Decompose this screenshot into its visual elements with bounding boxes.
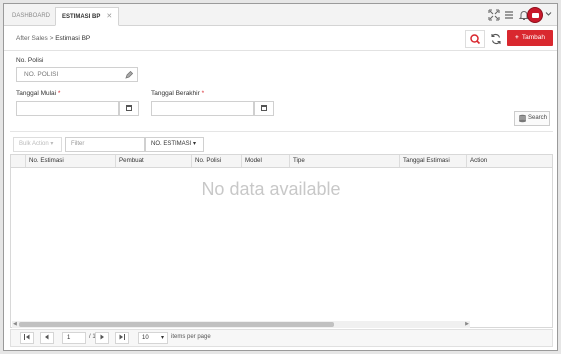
divider: [10, 131, 553, 132]
row-selector-header[interactable]: [11, 155, 25, 167]
scrollbar-thumb[interactable]: [19, 322, 334, 327]
page-size-value: 10: [142, 335, 149, 341]
last-page-icon: [119, 334, 125, 340]
breadcrumb-parent[interactable]: After Sales: [16, 35, 48, 42]
grid-header: No. Estimasi Pembuat No. Polisi Model Ti…: [11, 155, 552, 168]
page-size-select[interactable]: 10 ▾: [138, 332, 168, 344]
caret-down-icon: ▾: [160, 335, 164, 341]
no-polisi-placeholder: NO. POLISI: [24, 71, 59, 78]
tanggal-berakhir-label: Tanggal Berakhir *: [151, 90, 204, 97]
breadcrumb-bar: After Sales > Estimasi BP + Tambah: [4, 27, 557, 51]
caret-down-icon: ▾: [50, 141, 54, 147]
first-page-button[interactable]: [20, 332, 34, 344]
calendar-icon: [261, 105, 267, 111]
tab-bar: DASHBOARD ESTIMASI BP ✕: [4, 4, 557, 26]
tanggal-berakhir-label-text: Tanggal Berakhir: [151, 90, 200, 97]
previous-page-button[interactable]: [40, 332, 54, 344]
required-mark: *: [201, 90, 205, 97]
previous-page-icon: [45, 334, 49, 340]
bulk-action-label: Bulk Action: [19, 141, 49, 147]
column-header[interactable]: No. Polisi: [191, 155, 241, 167]
refresh-button[interactable]: [487, 30, 505, 48]
first-page-icon: [24, 334, 30, 340]
tanggal-mulai-calendar-button[interactable]: [119, 101, 139, 116]
tab-estimasi-bp[interactable]: ESTIMASI BP ✕: [55, 7, 120, 26]
search-button-label: Search: [528, 115, 548, 121]
breadcrumb-current: Estimasi BP: [55, 35, 91, 42]
filter-placeholder: Filter: [71, 141, 85, 147]
refresh-icon: [491, 33, 501, 45]
next-page-button[interactable]: [95, 332, 109, 344]
pagination-bar: 1 / 1 10 ▾ items per page: [10, 329, 553, 347]
menu-icon[interactable]: [503, 9, 515, 21]
last-page-button[interactable]: [115, 332, 129, 344]
toggle-search-button[interactable]: [465, 30, 485, 48]
column-header[interactable]: Model: [241, 155, 289, 167]
bulk-action-dropdown[interactable]: Bulk Action ▾: [13, 137, 62, 152]
column-header[interactable]: Tipe: [289, 155, 399, 167]
database-icon: [519, 114, 526, 123]
caret-down-icon: ▾: [193, 141, 197, 147]
expand-icon[interactable]: [488, 9, 500, 21]
scroll-right-icon[interactable]: ▶: [465, 321, 469, 328]
page-number-input[interactable]: 1: [62, 332, 86, 344]
filter-input[interactable]: Filter: [65, 137, 145, 152]
add-button[interactable]: + Tambah: [507, 30, 553, 46]
search-button[interactable]: Search: [514, 111, 550, 126]
app-window: DASHBOARD ESTIMASI BP ✕ After Sales > Est…: [3, 3, 558, 351]
no-polisi-input[interactable]: NO. POLISI: [16, 67, 138, 82]
filter-field-dropdown[interactable]: NO. ESTIMASI ▾: [145, 137, 204, 152]
pencil-icon: [125, 70, 134, 79]
column-header[interactable]: Tanggal Estimasi: [399, 155, 466, 167]
data-grid: No. Estimasi Pembuat No. Polisi Model Ti…: [10, 154, 553, 328]
tanggal-mulai-label-text: Tanggal Mulai: [16, 90, 57, 97]
scroll-left-icon[interactable]: ◀: [13, 321, 17, 328]
tanggal-mulai-label: Tanggal Mulai *: [16, 90, 60, 97]
breadcrumb-separator: >: [49, 35, 54, 42]
chevron-down-icon[interactable]: [545, 10, 552, 19]
tab-estimasi-bp-label: ESTIMASI BP: [62, 14, 101, 20]
plus-icon: +: [515, 34, 519, 41]
add-button-label: Tambah: [521, 34, 545, 41]
required-mark: *: [57, 90, 61, 97]
user-avatar[interactable]: [527, 7, 543, 23]
next-page-icon: [100, 334, 104, 340]
tanggal-mulai-input[interactable]: [16, 101, 119, 116]
search-icon: [470, 34, 481, 45]
tanggal-berakhir-calendar-button[interactable]: [254, 101, 274, 116]
empty-message: No data available: [201, 179, 341, 199]
tab-dashboard-label: DASHBOARD: [12, 13, 51, 19]
filter-field-label: NO. ESTIMASI: [151, 141, 192, 147]
items-per-page-label: items per page: [171, 334, 211, 340]
avatar-image: [532, 13, 539, 18]
column-header[interactable]: Pembuat: [115, 155, 191, 167]
tab-dashboard[interactable]: DASHBOARD: [6, 7, 56, 26]
column-header[interactable]: Action: [466, 155, 552, 167]
calendar-icon: [126, 105, 132, 111]
column-header[interactable]: No. Estimasi: [25, 155, 115, 167]
no-polisi-label: No. Polisi: [16, 57, 44, 64]
breadcrumb: After Sales > Estimasi BP: [16, 35, 90, 42]
tanggal-berakhir-input[interactable]: [151, 101, 254, 116]
close-tab-icon[interactable]: ✕: [106, 13, 112, 20]
horizontal-scrollbar[interactable]: ◀ ▶: [12, 321, 470, 328]
